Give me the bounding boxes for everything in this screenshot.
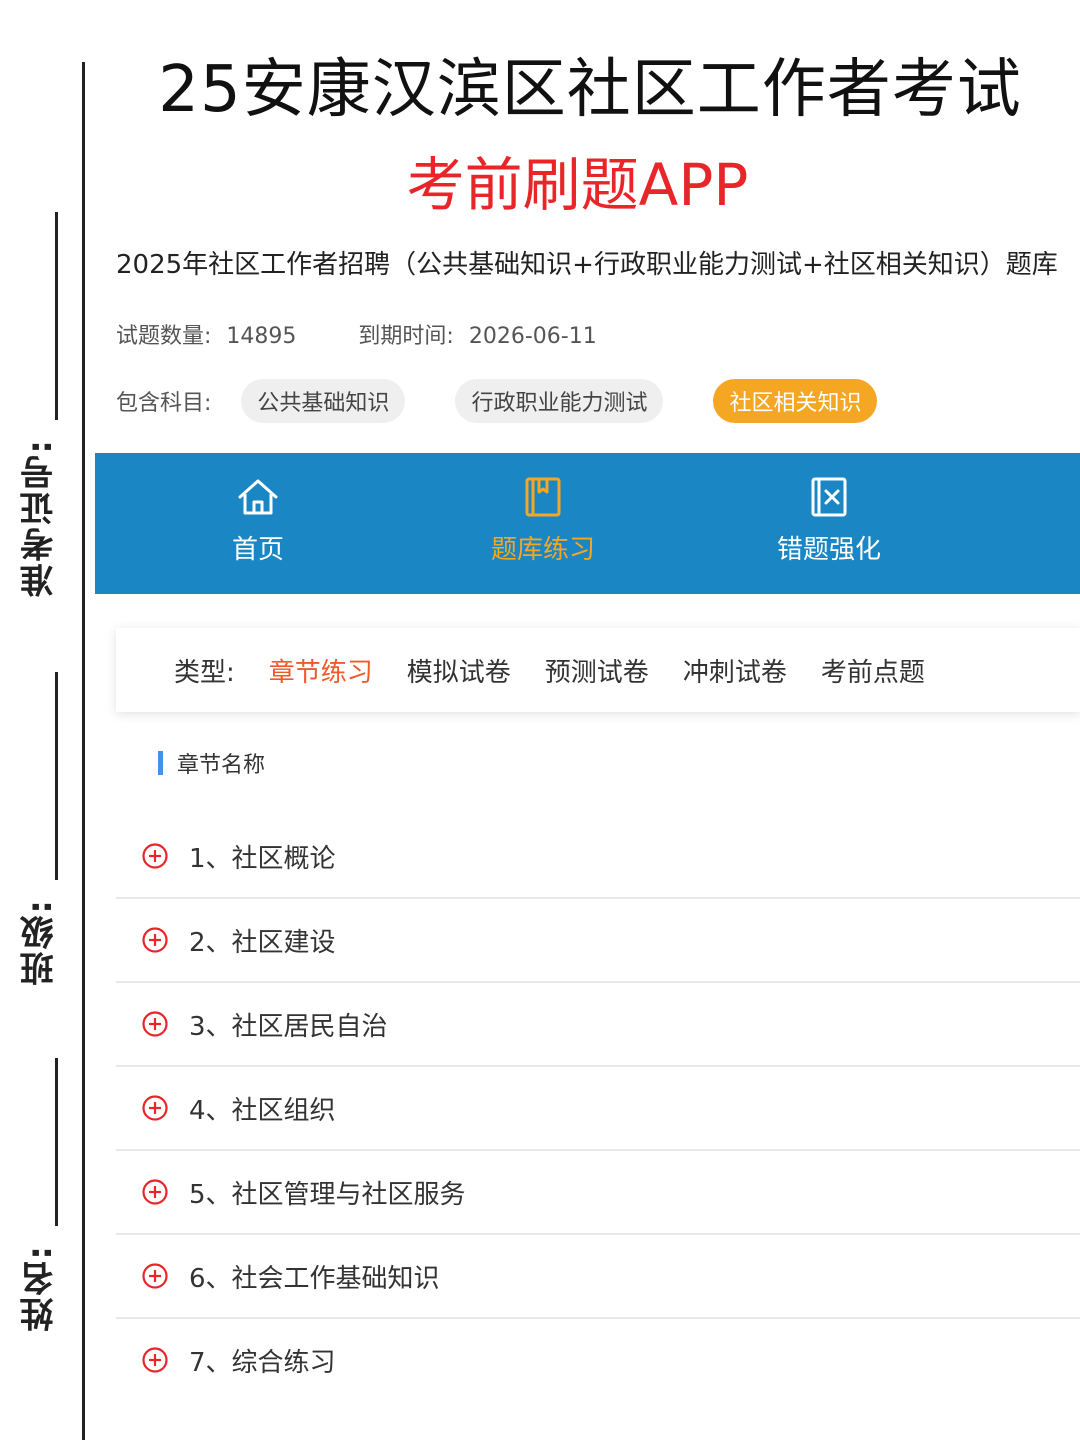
page-subtitle: 考前刷题APP — [406, 151, 749, 219]
list-item[interactable]: 1、社区概论 — [116, 815, 1080, 899]
tab-mock-exam[interactable]: 模拟试卷 — [407, 652, 511, 689]
expire-label: 到期时间: — [358, 324, 454, 349]
chapter-title: 7、综合练习 — [189, 1347, 336, 1378]
subject-chip-public-knowledge[interactable]: 公共基础知识 — [241, 379, 406, 423]
type-label: 类型: — [174, 657, 235, 688]
class-underline — [55, 672, 58, 880]
nav-wrong-questions[interactable]: 错题强化 — [739, 453, 919, 594]
count-label: 试题数量: — [116, 324, 212, 349]
subject-chip-aptitude-test[interactable]: 行政职业能力测试 — [455, 379, 664, 423]
nav-question-bank[interactable]: 题库练习 — [453, 453, 633, 594]
chapter-title: 3、社区居民自治 — [189, 1011, 388, 1042]
chapter-header-label: 章节名称 — [177, 753, 266, 778]
nav-home-label: 首页 — [231, 535, 284, 565]
tab-forecast-exam[interactable]: 预测试卷 — [545, 652, 649, 689]
list-item[interactable]: 3、社区居民自治 — [116, 983, 1080, 1067]
name-label: 姓名: — [20, 1244, 60, 1332]
nav-question-bank-label: 题库练习 — [490, 535, 595, 565]
chapter-section-header: 章节名称 — [158, 750, 266, 778]
type-tabs-card: 类型: 章节练习 模拟试卷 预测试卷 冲刺试卷 考前点题 — [116, 628, 1080, 712]
plus-circle-icon[interactable] — [141, 926, 169, 954]
home-icon — [238, 479, 278, 515]
class-label: 班级: — [20, 898, 60, 986]
section-accent-bar — [158, 751, 163, 775]
count-value: 14895 — [226, 324, 297, 349]
plus-circle-icon[interactable] — [141, 1262, 169, 1290]
nav-truncated-item[interactable]: 试 — [1023, 453, 1080, 594]
subject-chip-community-knowledge[interactable]: 社区相关知识 — [713, 379, 878, 423]
margin-vertical-line — [82, 62, 85, 1440]
plus-circle-icon[interactable] — [141, 842, 169, 870]
chapter-list: 1、社区概论 2、社区建设 3、社区居民自治 4、社区组织 5、社区管理与社区服… — [116, 815, 1080, 1401]
plus-circle-icon[interactable] — [141, 1178, 169, 1206]
list-item[interactable]: 5、社区管理与社区服务 — [116, 1151, 1080, 1235]
chapter-title: 6、社会工作基础知识 — [189, 1263, 440, 1294]
subjects-row: 包含科目: 公共基础知识 行政职业能力测试 社区相关知识 — [116, 378, 878, 424]
bank-meta: 试题数量: 14895 到期时间: 2026-06-11 — [116, 318, 597, 350]
main-nav-bar: 首页 题库练习 错题强化 试 — [95, 453, 1080, 594]
tab-pre-exam-tips[interactable]: 考前点题 — [821, 652, 925, 689]
plus-circle-icon[interactable] — [141, 1010, 169, 1038]
name-underline — [55, 1058, 58, 1226]
list-item[interactable]: 7、综合练习 — [116, 1319, 1080, 1401]
admission-underline — [55, 212, 58, 420]
chapter-title: 2、社区建设 — [189, 927, 336, 958]
admission-number-label: 准考证号: — [20, 438, 60, 598]
tab-sprint-exam[interactable]: 冲刺试卷 — [683, 652, 787, 689]
chapter-title: 5、社区管理与社区服务 — [189, 1179, 466, 1210]
chapter-title: 1、社区概论 — [189, 843, 336, 874]
nav-home[interactable]: 首页 — [168, 453, 348, 594]
list-item[interactable]: 2、社区建设 — [116, 899, 1080, 983]
book-icon — [525, 477, 561, 517]
question-bank-title: 2025年社区工作者招聘（公共基础知识+行政职业能力测试+社区相关知识）题库 — [116, 250, 1058, 280]
list-item[interactable]: 6、社会工作基础知识 — [116, 1235, 1080, 1319]
list-item[interactable]: 4、社区组织 — [116, 1067, 1080, 1151]
page-title: 25安康汉滨区社区工作者考试 — [158, 53, 1022, 127]
tab-chapter-practice[interactable]: 章节练习 — [269, 652, 373, 689]
nav-truncated-label: 试 — [1023, 529, 1080, 566]
plus-circle-icon[interactable] — [141, 1346, 169, 1374]
wrong-question-icon — [811, 477, 847, 517]
nav-wrong-questions-label: 错题强化 — [776, 535, 881, 565]
subjects-label: 包含科目: — [116, 391, 212, 416]
expire-value: 2026-06-11 — [468, 324, 597, 349]
plus-circle-icon[interactable] — [141, 1094, 169, 1122]
chapter-title: 4、社区组织 — [189, 1095, 336, 1126]
